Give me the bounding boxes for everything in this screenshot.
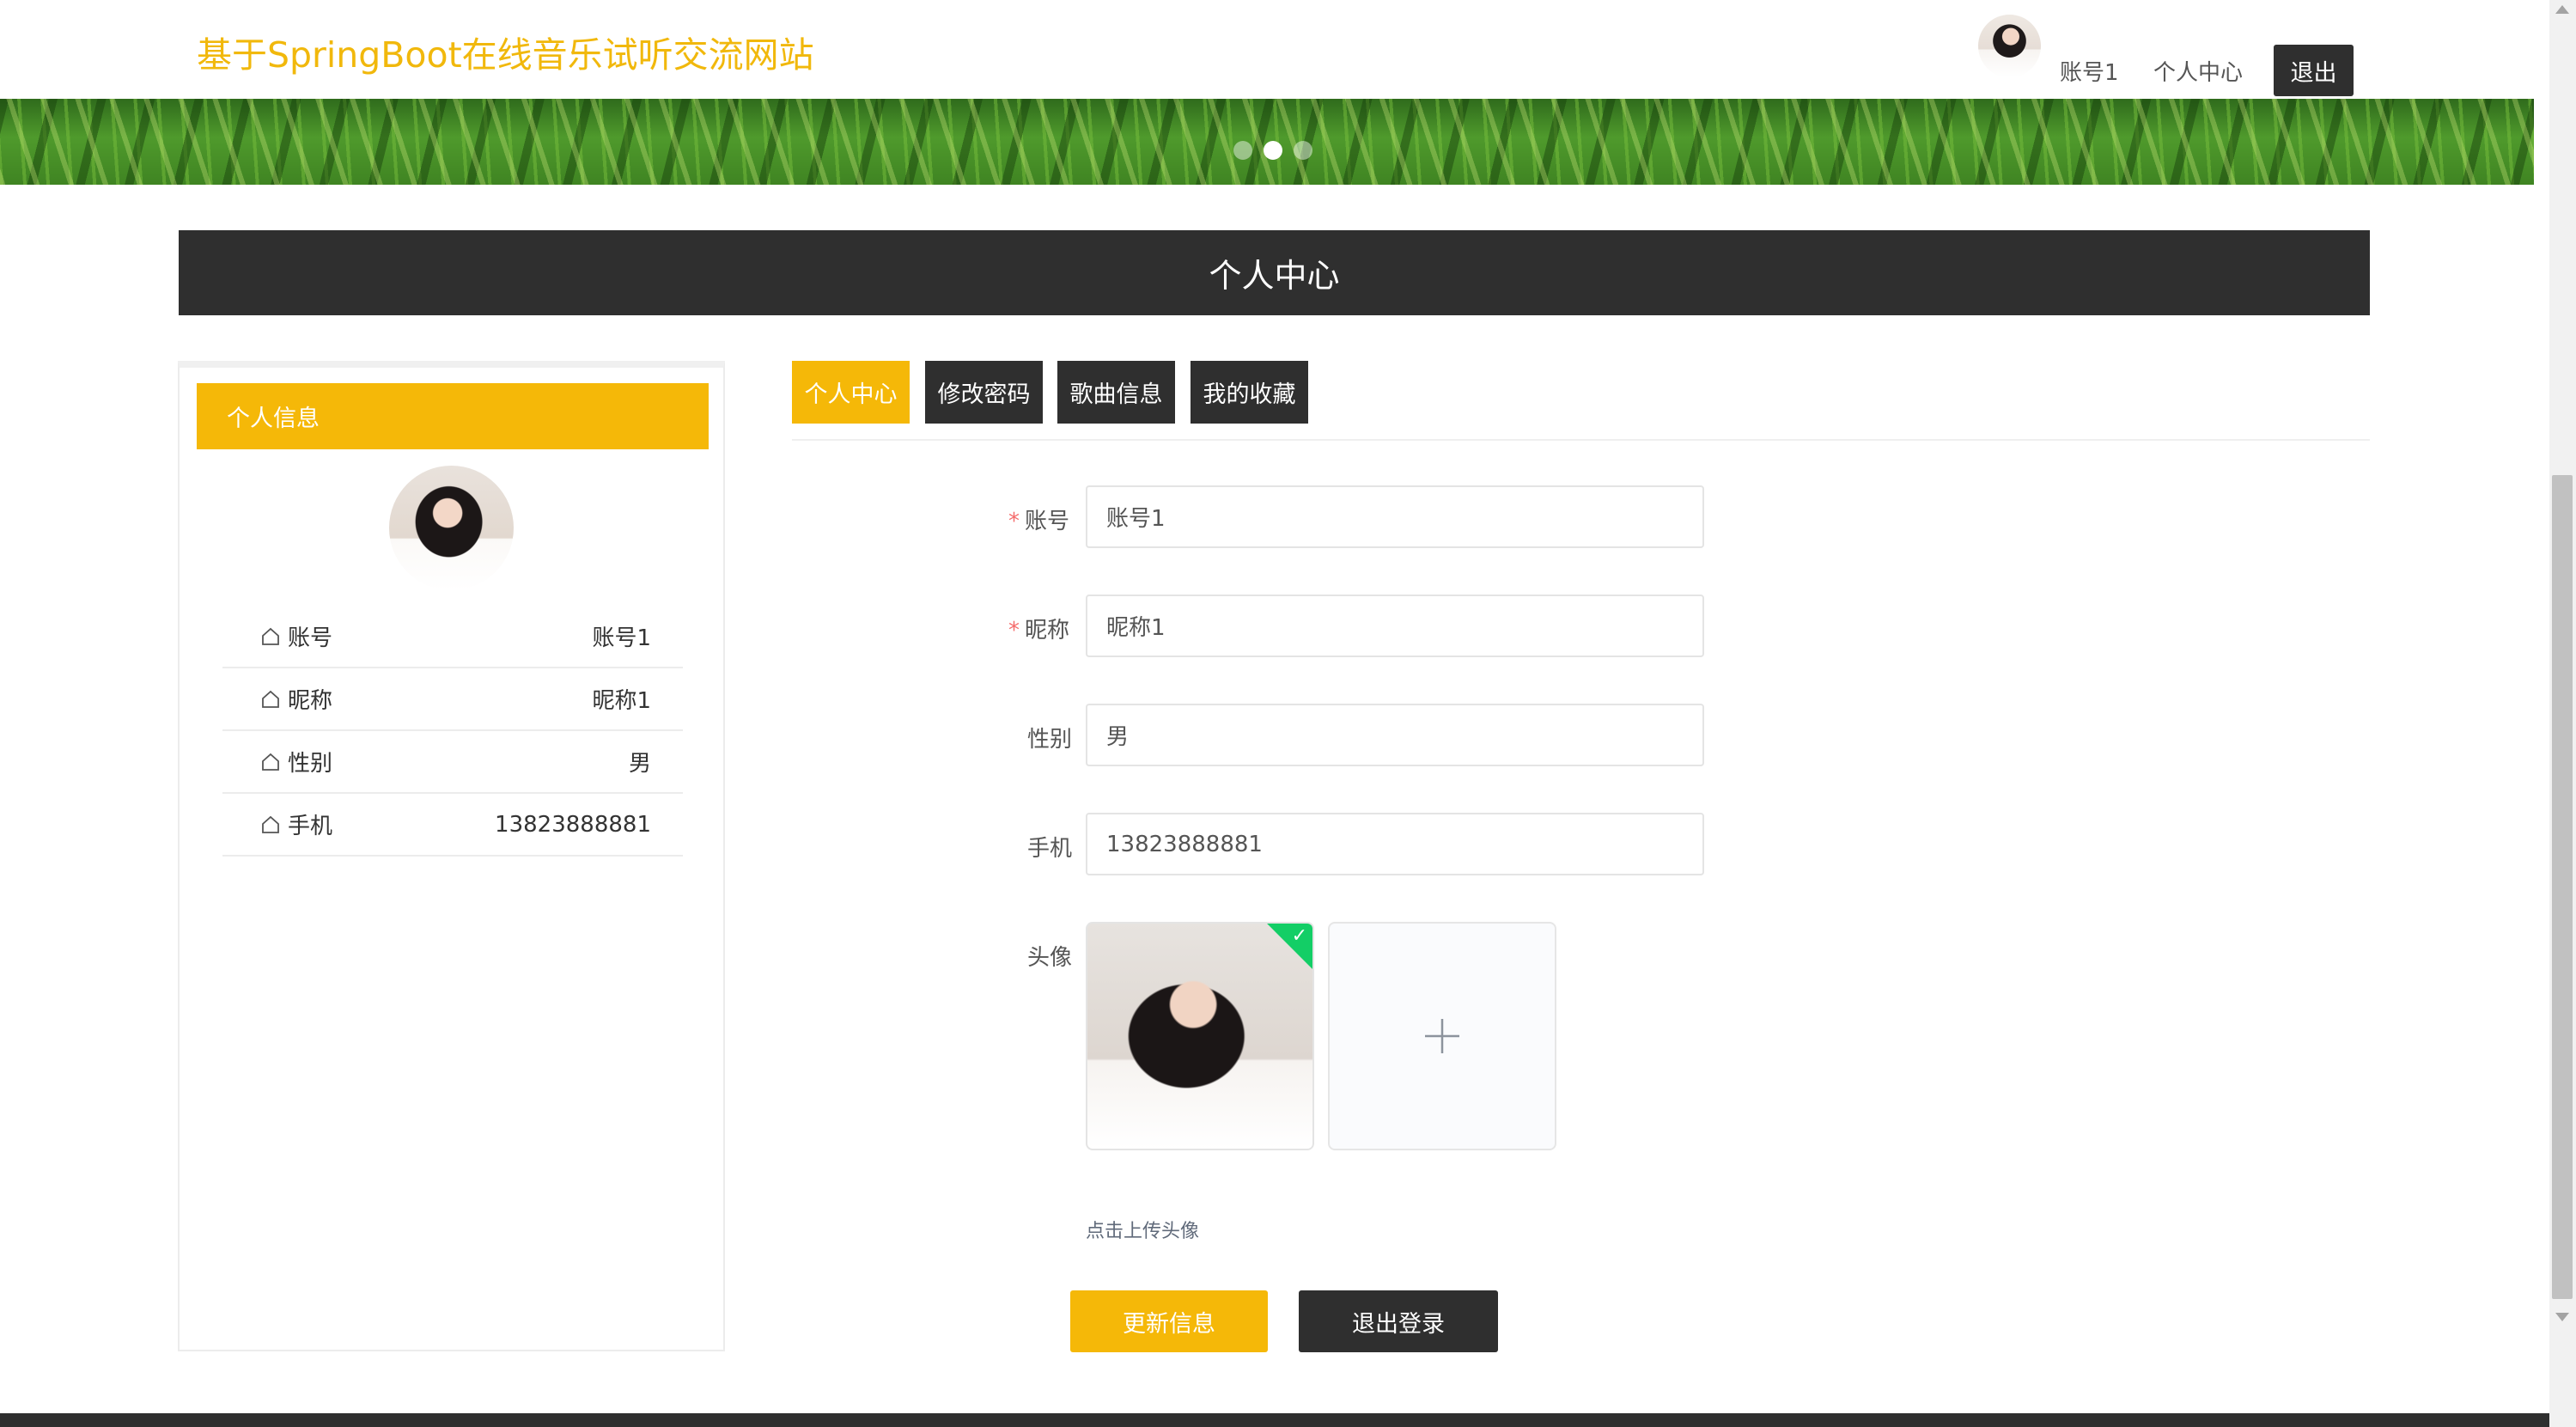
avatar-label: 头像 [1027, 945, 1073, 971]
tabs-divider [792, 439, 2370, 441]
home-icon [262, 627, 279, 645]
uploaded-avatar-thumbnail[interactable]: ✓ [1086, 922, 1314, 1150]
tab-song-info[interactable]: 歌曲信息 [1057, 361, 1175, 424]
home-icon [262, 815, 279, 833]
info-label: 账号 [288, 625, 333, 651]
page: 基于SpringBoot在线音乐试听交流网站 账号1 个人中心 退出 个人中心 … [0, 0, 2576, 1427]
carousel-dot-1[interactable] [1233, 141, 1252, 160]
info-value: 昵称1 [592, 688, 651, 714]
tab-my-favorites[interactable]: 我的收藏 [1191, 361, 1308, 424]
info-label: 手机 [288, 814, 333, 839]
info-value: 13823888881 [495, 811, 651, 838]
info-row-nickname: 昵称 昵称1 [222, 668, 683, 731]
carousel-dot-2[interactable] [1264, 141, 1282, 160]
info-value: 男 [628, 751, 651, 777]
info-row-phone: 手机 13823888881 [222, 794, 683, 857]
update-info-button[interactable]: 更新信息 [1070, 1290, 1268, 1352]
footer [0, 1413, 2549, 1427]
top-navbar: 基于SpringBoot在线音乐试听交流网站 账号1 个人中心 退出 [0, 0, 2549, 99]
info-value: 账号1 [592, 625, 651, 651]
avatar-upload-button[interactable] [1328, 922, 1556, 1150]
upload-tip: 点击上传头像 [1086, 1221, 1200, 1242]
plus-icon [1425, 1019, 1459, 1053]
profile-card-header: 个人信息 [197, 383, 709, 449]
check-icon: ✓ [1291, 925, 1307, 947]
account-input[interactable]: 账号1 [1086, 485, 1704, 548]
info-label: 性别 [288, 751, 333, 777]
info-label: 昵称 [288, 688, 333, 714]
nickname-label: * 昵称 [1008, 618, 1070, 643]
header-logout-button[interactable]: 退出 [2274, 45, 2354, 96]
nickname-input[interactable]: 昵称1 [1086, 595, 1704, 657]
header-personal-center-link[interactable]: 个人中心 [2153, 55, 2243, 87]
header-username[interactable]: 账号1 [2060, 55, 2119, 87]
phone-input[interactable]: 13823888881 [1086, 813, 1704, 875]
gender-select[interactable]: 男 [1086, 704, 1704, 766]
gender-label: 性别 [1027, 727, 1073, 753]
home-icon [262, 690, 279, 708]
required-mark: * [1008, 618, 1020, 643]
scroll-up-arrow-icon[interactable] [2555, 5, 2569, 14]
info-row-account: 账号 账号1 [222, 606, 683, 668]
section-title-bar: 个人中心 [179, 230, 2370, 315]
carousel-dot-3[interactable] [1294, 141, 1312, 160]
tab-personal-center[interactable]: 个人中心 [792, 361, 910, 424]
profile-avatar [389, 466, 514, 590]
home-icon [262, 753, 279, 771]
section-title: 个人中心 [1209, 257, 1340, 295]
header-avatar[interactable] [1978, 15, 2041, 77]
scrollbar-thumb[interactable] [2552, 475, 2573, 1299]
profile-card-title: 个人信息 [227, 406, 320, 432]
tab-change-password[interactable]: 修改密码 [925, 361, 1043, 424]
required-mark: * [1008, 509, 1020, 534]
scroll-down-arrow-icon[interactable] [2555, 1313, 2569, 1321]
logout-button[interactable]: 退出登录 [1299, 1290, 1498, 1352]
account-label: * 账号 [1008, 509, 1070, 534]
carousel-indicators [1233, 141, 1312, 160]
phone-label: 手机 [1027, 836, 1073, 862]
site-title[interactable]: 基于SpringBoot在线音乐试听交流网站 [197, 26, 814, 77]
info-row-gender: 性别 男 [222, 731, 683, 794]
